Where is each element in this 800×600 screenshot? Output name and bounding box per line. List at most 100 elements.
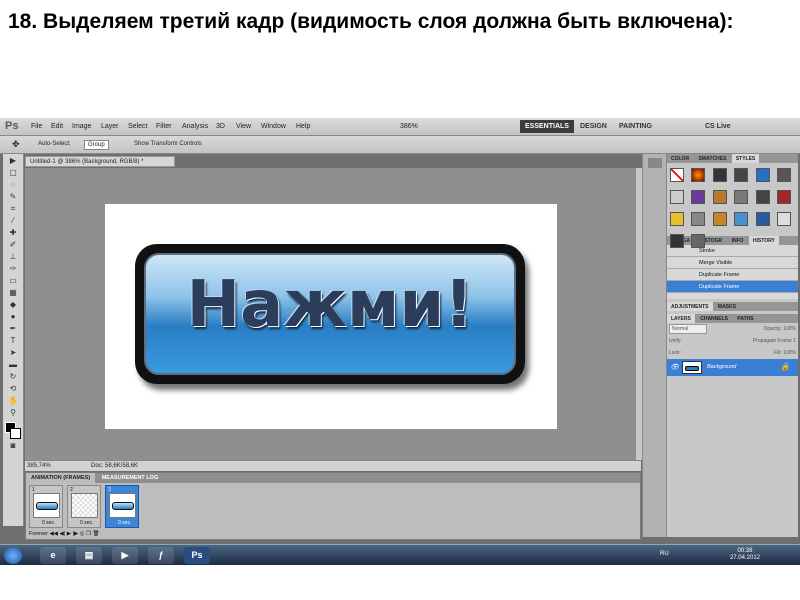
workspace-essentials[interactable]: ESSENTIALS [520,120,574,133]
animation-frame-2[interactable]: 2 0 sec. [67,485,101,528]
menu-filter[interactable]: Filter [156,123,172,130]
history-item-selected[interactable]: Duplicate Frame [667,281,798,293]
quick-select-icon[interactable]: ✎ [7,191,20,202]
frame-delay[interactable]: 0 sec. [80,520,93,526]
menu-help[interactable]: Help [296,123,310,130]
canvas[interactable]: Нажми! [105,204,557,429]
blur-icon[interactable]: ◆ [7,299,20,310]
propagate-frame-checkbox[interactable]: Propagate Frame 1 [753,338,796,344]
quick-mask-icon[interactable]: ◙ [7,440,20,451]
move-icon[interactable]: ▶ [7,155,20,166]
pen-icon[interactable]: ✒ [7,323,20,334]
frame-delay[interactable]: 0 sec. [42,520,55,526]
first-frame-icon[interactable]: ◀◀ [49,531,57,537]
tab-swatches[interactable]: SWATCHES [694,154,730,163]
style-swatch[interactable] [691,190,706,204]
style-swatch[interactable] [777,168,792,182]
photoshop-taskbar-icon[interactable]: Ps [184,547,210,564]
status-zoom[interactable]: 385,74% [27,463,51,469]
background-color-swatch[interactable] [10,428,21,439]
style-swatch[interactable] [691,212,706,226]
tab-masks[interactable]: MASKS [714,302,740,311]
menu-3d[interactable]: 3D [216,123,225,130]
style-swatch[interactable] [755,190,770,204]
history-brush-icon[interactable]: ✑ [7,263,20,274]
style-swatch[interactable] [777,212,792,226]
panel-collapse-icon[interactable] [647,158,662,168]
duplicate-frame-icon[interactable]: ❐ [86,531,91,537]
menu-layer[interactable]: Layer [101,123,119,130]
tab-measurement-log[interactable]: MEASUREMENT LOG [97,473,164,483]
system-clock[interactable]: 00:38 27.04.2012 [730,548,760,562]
menu-image[interactable]: Image [72,123,91,130]
menu-select[interactable]: Select [128,123,147,130]
type-icon[interactable]: T [7,335,20,346]
style-swatch[interactable] [670,234,684,248]
style-swatch[interactable] [755,168,770,182]
menu-file[interactable]: File [31,123,42,130]
tab-channels[interactable]: CHANNELS [696,314,732,323]
style-swatch[interactable] [691,234,706,248]
document-tab[interactable]: Untitled-1 @ 386% (Background, RGB/8) * [25,156,175,167]
tab-color[interactable]: COLOR [667,154,693,163]
lasso-icon[interactable]: ◌ [7,179,20,190]
loop-select[interactable]: Forever [29,531,48,537]
history-item[interactable]: Duplicate Frame [667,269,798,281]
style-swatch[interactable] [712,190,727,204]
tab-adjustments[interactable]: ADJUSTMENTS [667,302,713,311]
brush-icon[interactable]: ✐ [7,239,20,250]
language-indicator[interactable]: RU [660,551,669,557]
zoom-level[interactable]: 386% [400,123,418,130]
gradient-icon[interactable]: ▦ [7,287,20,298]
zoom-icon[interactable]: ⚲ [7,407,20,418]
show-transform-checkbox[interactable]: Show Transform Controls [134,141,202,147]
menu-analysis[interactable]: Analysis [182,123,208,130]
hand-icon[interactable]: ✋ [7,395,20,406]
style-swatch[interactable] [734,190,749,204]
style-swatch[interactable] [712,168,727,182]
3d-orbit-icon[interactable]: ⟲ [7,383,20,394]
marquee-icon[interactable]: ▢ [7,167,20,178]
status-doc-size[interactable]: Doc: 58,6K/58,6K [91,463,138,469]
style-swatch[interactable] [755,212,770,226]
flash-icon[interactable]: ƒ [148,547,174,564]
frame-delay[interactable]: 0 sec. [118,520,131,526]
tab-animation-frames[interactable]: ANIMATION (FRAMES) [26,473,96,483]
stamp-icon[interactable]: ⊥ [7,251,20,262]
eye-icon[interactable]: 👁 [670,363,679,371]
style-swatch[interactable] [734,168,749,182]
eraser-icon[interactable]: ▭ [7,275,20,286]
menu-view[interactable]: View [236,123,251,130]
auto-select-label[interactable]: Auto-Select: [38,141,71,147]
cs-live-button[interactable]: CS Live [700,120,736,133]
play-icon[interactable]: ▶ [67,531,71,537]
tab-layers[interactable]: LAYERS [667,314,695,323]
style-swatch[interactable] [691,168,706,182]
path-select-icon[interactable]: ➤ [7,347,20,358]
tab-paths[interactable]: PATHS [733,314,757,323]
animation-frame-3[interactable]: 3 0 sec. [105,485,139,528]
opacity-field[interactable]: Opacity: 100% [763,326,796,332]
media-player-icon[interactable]: ▶ [112,547,138,564]
eyedropper-icon[interactable]: ⁄ [7,215,20,226]
menu-window[interactable]: Window [261,123,286,130]
explorer-icon[interactable]: ▤ [76,547,102,564]
menu-edit[interactable]: Edit [51,123,63,130]
dodge-icon[interactable]: ● [7,311,20,322]
layer-row-background[interactable]: 👁 Background 🔒 [667,359,798,376]
healing-icon[interactable]: ✚ [7,227,20,238]
style-swatch[interactable] [734,212,749,226]
style-swatch[interactable] [712,212,727,226]
tab-info[interactable]: INFO [728,236,748,245]
history-item[interactable]: Merge Visible [667,257,798,269]
tab-styles[interactable]: STYLES [731,154,760,163]
ie-icon[interactable]: e [40,547,66,564]
style-swatch[interactable] [670,212,684,226]
crop-icon[interactable]: ⌗ [7,203,20,214]
tab-history[interactable]: HISTORY [748,236,779,245]
prev-frame-icon[interactable]: ◀| [59,531,65,537]
shape-icon[interactable]: ▬ [7,359,20,370]
workspace-design[interactable]: DESIGN [575,120,612,133]
fill-field[interactable]: Fill: 100% [774,350,796,356]
next-frame-icon[interactable]: |▶ [72,531,78,537]
